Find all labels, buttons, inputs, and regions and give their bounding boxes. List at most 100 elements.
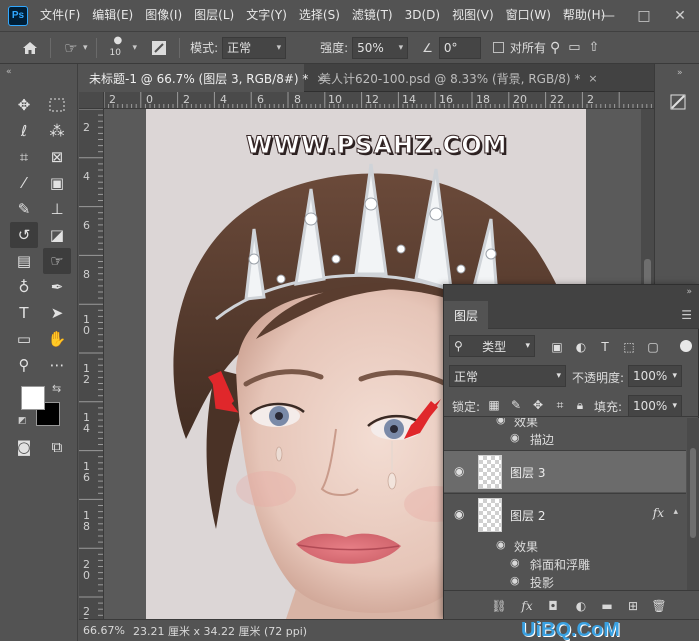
adjustment-layer-icon[interactable]: ◐ bbox=[572, 598, 590, 614]
link-layers-icon[interactable]: ⛓ bbox=[490, 598, 508, 614]
filter-shape-icon[interactable]: ⬚ bbox=[620, 338, 638, 356]
smudge-tool-icon[interactable]: ☞ bbox=[43, 248, 71, 274]
layer-row[interactable]: ◉ 图层 2 fx ▴ bbox=[444, 493, 686, 535]
eye-icon[interactable]: ◉ bbox=[496, 538, 506, 551]
maximize-button[interactable]: □ bbox=[627, 0, 661, 31]
move-tool-icon[interactable]: ✥ bbox=[10, 92, 38, 118]
foreground-color-swatch[interactable] bbox=[21, 386, 45, 410]
eye-icon[interactable]: ◉ bbox=[510, 574, 520, 587]
effect-row[interactable]: ◉ 效果 bbox=[444, 537, 686, 555]
eraser-tool-icon[interactable]: ◪ bbox=[43, 222, 71, 248]
path-selection-tool-icon[interactable]: ➤ bbox=[43, 300, 71, 326]
menu-layer[interactable]: 图层(L) bbox=[188, 0, 240, 31]
filter-adjustment-icon[interactable]: ◐ bbox=[572, 338, 590, 356]
layers-scrollbar[interactable] bbox=[687, 418, 699, 590]
filter-toggle[interactable] bbox=[680, 340, 692, 352]
lock-all-icon[interactable]: 🔒︎ bbox=[572, 397, 588, 413]
minimize-button[interactable]: — bbox=[591, 0, 625, 31]
stamp-tool-icon[interactable]: ⊥ bbox=[43, 196, 71, 222]
angle-input[interactable]: 0° bbox=[438, 36, 481, 59]
type-tool-icon[interactable]: T bbox=[10, 300, 38, 326]
menu-filter[interactable]: 滤镜(T) bbox=[346, 0, 399, 31]
mode-select[interactable]: 正常 ▾ bbox=[222, 36, 287, 59]
brush-size-picker[interactable]: ● 10 bbox=[105, 34, 131, 62]
rectangle-tool-icon[interactable]: ▭ bbox=[10, 326, 38, 352]
pen-tool-icon[interactable]: ✒ bbox=[43, 274, 71, 300]
filter-smart-object-icon[interactable]: ▢ bbox=[644, 338, 662, 356]
search-icon[interactable]: ⚲ bbox=[550, 40, 560, 56]
new-group-icon[interactable]: ▬ bbox=[598, 598, 616, 614]
menu-edit[interactable]: 编辑(E) bbox=[86, 0, 139, 31]
scrollbar-thumb[interactable] bbox=[690, 448, 696, 538]
screen-mode-icon[interactable]: ⧉ bbox=[43, 434, 71, 460]
delete-layer-icon[interactable]: 🗑︎ bbox=[650, 598, 668, 614]
layer-effects-icon[interactable]: fx bbox=[653, 506, 664, 520]
eyedropper-tool-icon[interactable]: ⁄ bbox=[10, 170, 38, 196]
eye-icon[interactable]: ◉ bbox=[454, 507, 464, 521]
filter-pixel-icon[interactable]: ▣ bbox=[548, 338, 566, 356]
hand-tool-icon[interactable]: ✋ bbox=[43, 326, 71, 352]
lasso-tool-icon[interactable]: ℓ bbox=[10, 118, 38, 144]
fill-input[interactable]: 100% ▾ bbox=[628, 395, 682, 417]
menu-view[interactable]: 视图(V) bbox=[446, 0, 500, 31]
eye-icon[interactable]: ◉ bbox=[496, 418, 506, 426]
menu-file[interactable]: 文件(F) bbox=[34, 0, 86, 31]
tab-meirenji-psd[interactable]: 美人计620-100.psd @ 8.33% (背景, RGB/8) * × bbox=[309, 64, 598, 92]
sample-all-layers-checkbox[interactable] bbox=[492, 42, 504, 53]
layer-filter-select[interactable]: ⚲ 类型 ▾ bbox=[449, 335, 535, 357]
chevron-down-icon[interactable]: ▾ bbox=[133, 43, 138, 53]
collapse-panel-icon[interactable]: » bbox=[686, 287, 692, 297]
dodge-tool-icon[interactable]: ♁ bbox=[10, 274, 38, 300]
smudge-tool-preset-icon[interactable]: ☞ bbox=[59, 36, 83, 60]
new-layer-icon[interactable]: ⊞ bbox=[624, 598, 642, 614]
history-brush-tool-icon[interactable]: ↺ bbox=[10, 222, 38, 248]
effect-row[interactable]: ◉ 描边 bbox=[444, 430, 686, 448]
chevron-down-icon[interactable]: ▾ bbox=[83, 43, 88, 53]
menu-3d[interactable]: 3D(D) bbox=[399, 0, 446, 31]
tab-untitled-1[interactable]: 未标题-1 @ 66.7% (图层 3, RGB/8#) * × bbox=[79, 64, 326, 92]
lock-position-icon[interactable]: ✥ bbox=[530, 397, 546, 413]
panel-menu-icon[interactable]: ☰ bbox=[681, 308, 692, 322]
workspace-icon[interactable]: ▭ bbox=[568, 40, 580, 55]
effect-row[interactable]: ◉ 效果 bbox=[444, 418, 686, 430]
filter-type-icon[interactable]: T bbox=[596, 338, 614, 356]
share-icon[interactable]: ⇧ bbox=[589, 40, 600, 55]
menu-select[interactable]: 选择(S) bbox=[293, 0, 346, 31]
quick-mask-icon[interactable]: ◙ bbox=[10, 434, 38, 460]
lock-transparency-icon[interactable]: ▦ bbox=[486, 397, 502, 413]
menu-window[interactable]: 窗口(W) bbox=[500, 0, 557, 31]
brush-settings-icon[interactable] bbox=[147, 36, 171, 60]
strength-input[interactable]: 50% ▾ bbox=[352, 36, 409, 59]
brush-tool-icon[interactable]: ✎ bbox=[10, 196, 38, 222]
home-icon[interactable] bbox=[18, 36, 42, 60]
effect-row[interactable]: ◉ 投影 bbox=[444, 573, 686, 590]
chevron-up-icon[interactable]: ▴ bbox=[673, 507, 678, 517]
eye-icon[interactable]: ◉ bbox=[510, 431, 520, 444]
layer-row[interactable]: ◉ 图层 3 bbox=[444, 450, 686, 492]
frame-tool-icon[interactable]: ⊠ bbox=[43, 144, 71, 170]
menu-image[interactable]: 图像(I) bbox=[139, 0, 188, 31]
blend-mode-select[interactable]: 正常 ▾ bbox=[449, 365, 566, 387]
swap-colors-icon[interactable]: ⇆ bbox=[52, 382, 61, 395]
gradient-tool-icon[interactable]: ▤ bbox=[10, 248, 38, 274]
opacity-input[interactable]: 100% ▾ bbox=[628, 365, 682, 387]
zoom-level[interactable]: 66.67% bbox=[79, 624, 127, 637]
history-panel-icon[interactable] bbox=[665, 89, 691, 115]
collapse-panel-icon[interactable]: « bbox=[6, 67, 12, 77]
close-window-button[interactable]: ✕ bbox=[663, 0, 697, 31]
lock-artboard-icon[interactable]: ⌗ bbox=[552, 397, 568, 413]
collapse-panel-icon[interactable]: » bbox=[677, 68, 683, 78]
default-colors-icon[interactable]: ◩ bbox=[18, 416, 27, 426]
menu-type[interactable]: 文字(Y) bbox=[240, 0, 293, 31]
more-tools-icon[interactable]: ⋯ bbox=[43, 352, 71, 378]
effect-row[interactable]: ◉ 斜面和浮雕 bbox=[444, 555, 686, 573]
eye-icon[interactable]: ◉ bbox=[510, 556, 520, 569]
zoom-tool-icon[interactable]: ⚲ bbox=[10, 352, 38, 378]
add-layer-style-icon[interactable]: fx bbox=[518, 598, 536, 614]
crop-tool-icon[interactable]: ⌗ bbox=[10, 144, 38, 170]
marquee-tool-icon[interactable] bbox=[43, 92, 71, 118]
tab-layers[interactable]: 图层 bbox=[444, 301, 489, 329]
magic-wand-tool-icon[interactable]: ⁂ bbox=[43, 118, 71, 144]
close-tab-icon[interactable]: × bbox=[588, 72, 597, 85]
layer-name[interactable]: 图层 2 bbox=[510, 507, 545, 524]
